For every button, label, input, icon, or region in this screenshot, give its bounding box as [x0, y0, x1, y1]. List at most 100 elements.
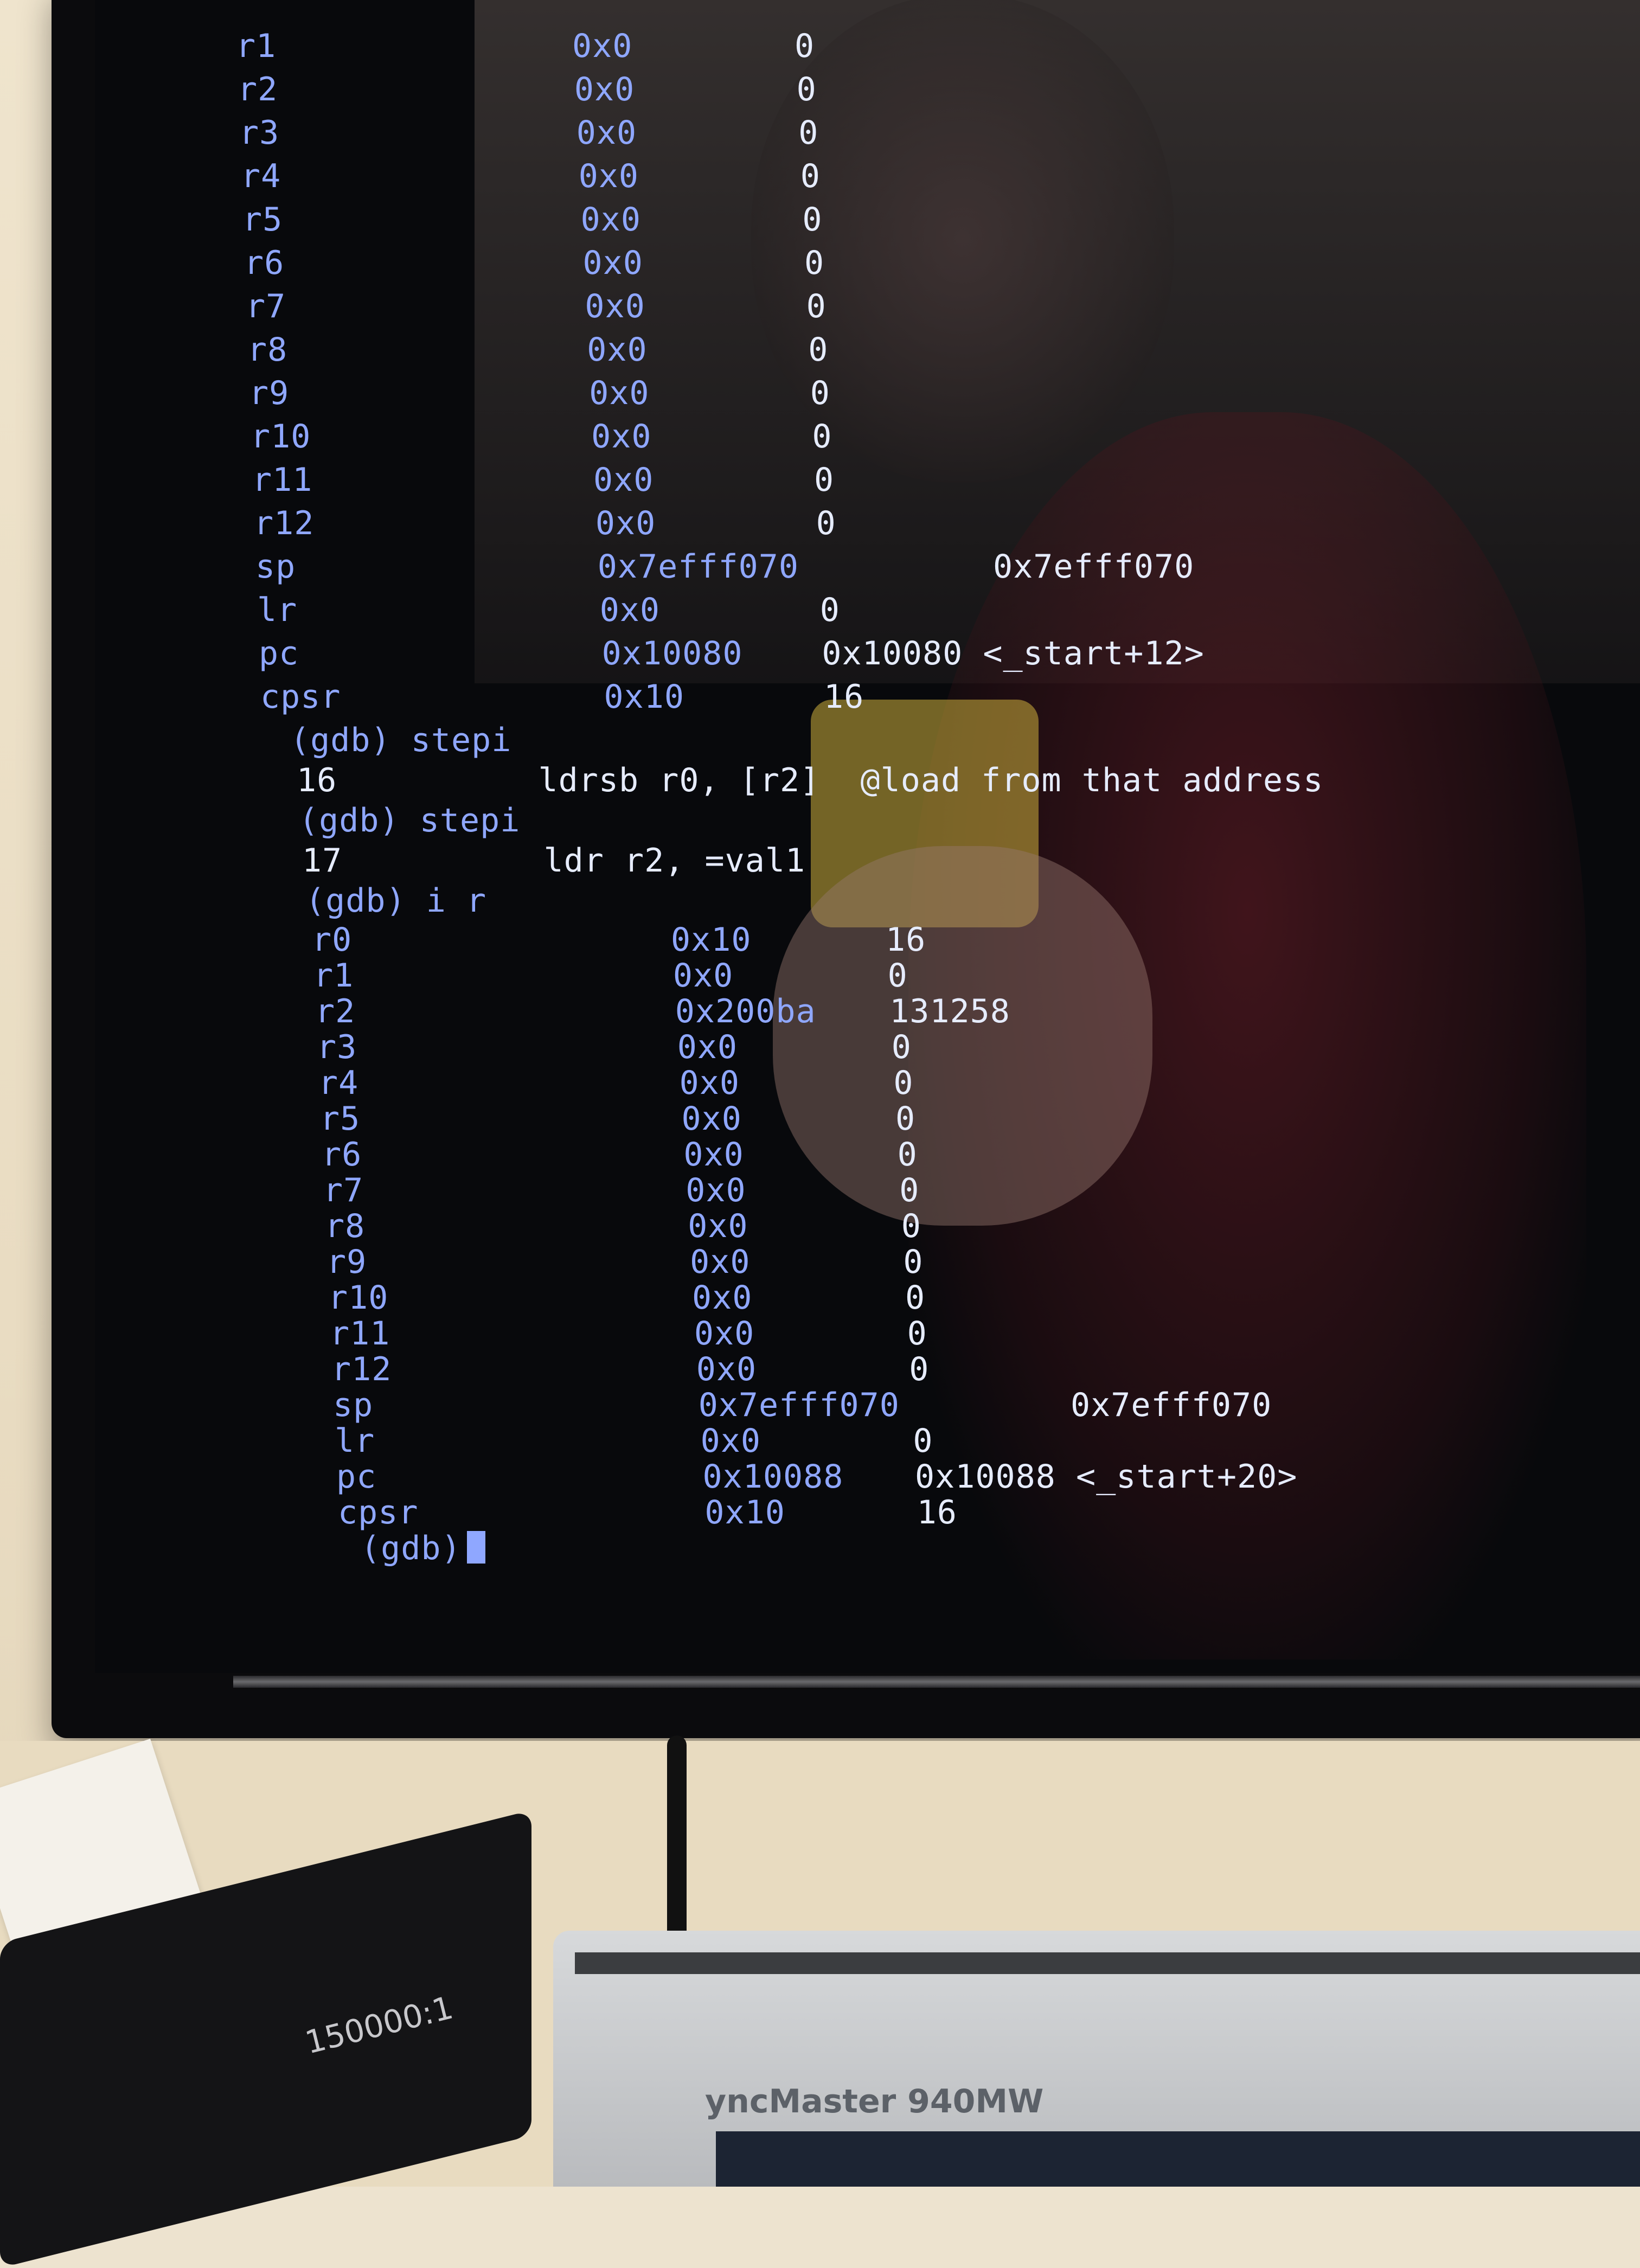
register-hex: 0x0: [591, 418, 652, 456]
gdb-command: (gdb) stepi: [290, 721, 512, 759]
register-hex: 0x0: [679, 1064, 740, 1102]
register-name: sp: [333, 1386, 374, 1424]
register-name: r7: [323, 1171, 364, 1209]
register-hex: 0x0: [681, 1100, 742, 1138]
register-name: r6: [244, 244, 285, 282]
register-dec: 0: [891, 1028, 912, 1066]
register-hex: 0x0: [595, 504, 656, 542]
register-dec: 16: [824, 678, 864, 716]
register-name: pc: [336, 1458, 377, 1496]
syncmaster-screen: [716, 2131, 1640, 2187]
register-name: r6: [322, 1136, 362, 1174]
register-dec: 131258: [889, 992, 1010, 1030]
syncmaster-monitor-top: [575, 1952, 1640, 1974]
source-line: 17 ldr r2, =val1: [302, 842, 806, 880]
register-hex: 0x7efff070: [597, 548, 799, 586]
gdb-prompt-text: (gdb): [361, 1529, 462, 1567]
register-hex: 0x0: [683, 1136, 744, 1174]
register-hex: 0x10: [604, 678, 684, 716]
register-dec: 0: [897, 1136, 918, 1174]
register-name: pc: [259, 635, 299, 672]
register-dec: 0: [913, 1422, 933, 1460]
register-name: r9: [249, 374, 290, 412]
register-dec: 0: [909, 1350, 930, 1388]
register-hex: 0x0: [677, 1028, 738, 1066]
register-hex: 0x0: [690, 1243, 751, 1281]
register-hex: 0x10080: [601, 635, 743, 672]
register-name: r3: [317, 1028, 357, 1066]
register-extra: 0x7efff070: [1071, 1386, 1272, 1424]
register-name: r3: [239, 114, 280, 152]
register-hex: 0x0: [580, 201, 641, 239]
register-name: r1: [236, 27, 277, 65]
register-name: r5: [320, 1100, 361, 1138]
register-name: cpsr: [338, 1494, 419, 1532]
register-dec: 0: [899, 1171, 920, 1209]
register-name: r7: [246, 287, 286, 325]
register-dec: 0: [798, 114, 819, 152]
register-name: r9: [326, 1243, 367, 1281]
register-hex: 0x0: [574, 71, 635, 108]
monitor-screen: r1 0x0 0 r2 0x0 0 r3 0x0 0 r4 0x0 0 r5 0x0 0 r6 0x0 0 r7 0x…: [95, 0, 1640, 1673]
register-dec: 0: [814, 461, 835, 499]
register-hex: 0x7efff070: [698, 1386, 900, 1424]
register-dec: 0: [806, 287, 827, 325]
register-name: r4: [318, 1064, 359, 1102]
register-hex: 0x0: [593, 461, 654, 499]
register-hex: 0x0: [576, 114, 637, 152]
register-hex: 0x10088: [702, 1458, 844, 1496]
register-dec: 0: [903, 1243, 924, 1281]
register-hex: 0x0: [672, 957, 734, 995]
register-hex: 0x0: [694, 1315, 755, 1353]
register-name: r8: [325, 1207, 366, 1245]
register-dec: 0: [895, 1100, 916, 1138]
register-name: r12: [331, 1350, 392, 1388]
register-name: lr: [257, 591, 298, 629]
register-dec: 0: [819, 591, 840, 629]
gdb-command: (gdb) i r: [305, 882, 487, 920]
register-hex: 0x0: [585, 287, 645, 325]
register-dec: 0: [796, 71, 817, 108]
register-hex: 0x0: [688, 1207, 748, 1245]
register-hex: 0x0: [692, 1279, 753, 1317]
register-hex: 0x0: [578, 157, 639, 195]
register-name: lr: [335, 1422, 375, 1460]
register-name: r12: [254, 504, 315, 542]
register-name: r11: [252, 461, 313, 499]
register-dec: 0: [810, 374, 830, 412]
register-name: r2: [238, 71, 278, 108]
register-name: r4: [241, 157, 281, 195]
register-name: r1: [313, 957, 354, 995]
register-name: r0: [312, 921, 353, 959]
register-hex: 0x0: [696, 1350, 757, 1388]
register-extra: 0x7efff070: [993, 548, 1195, 586]
gdb-terminal[interactable]: r1 0x0 0 r2 0x0 0 r3 0x0 0 r4 0x0 0 r5 0x0 0 r6 0x0 0 r7 0x…: [95, 0, 1640, 1673]
register-name: r5: [242, 201, 283, 239]
register-dec: 0: [905, 1279, 926, 1317]
register-hex: 0x0: [599, 591, 661, 629]
register-name: r10: [251, 418, 311, 456]
register-hex: 0x0: [572, 27, 633, 65]
register-dec: 0: [795, 27, 815, 65]
register-hex: 0x200ba: [675, 992, 816, 1030]
register-name: sp: [255, 548, 296, 586]
register-hex: 0x0: [686, 1171, 746, 1209]
register-hex: 0x10: [704, 1494, 785, 1532]
monitor-bottom-edge: [233, 1676, 1640, 1688]
register-name: cpsr: [260, 678, 341, 716]
register-name: r8: [247, 331, 288, 369]
register-dec: 0: [802, 201, 823, 239]
register-dec: 0: [907, 1315, 927, 1353]
terminal-cursor: [466, 1531, 485, 1564]
register-hex: 0x0: [700, 1422, 761, 1460]
source-line: 16 ldrsb r0, [r2] @load from that addres…: [297, 761, 1324, 799]
syncmaster-label: yncMaster 940MW: [705, 2083, 1044, 2120]
register-dec: 0: [893, 1064, 914, 1102]
register-name: r2: [315, 992, 356, 1030]
register-dec: 0: [887, 957, 908, 995]
register-hex: 0x0: [582, 244, 643, 282]
register-dec: 16: [886, 921, 926, 959]
register-dec: 0: [808, 331, 829, 369]
register-dec: 0: [901, 1207, 921, 1245]
register-hex: 0x10: [671, 921, 752, 959]
